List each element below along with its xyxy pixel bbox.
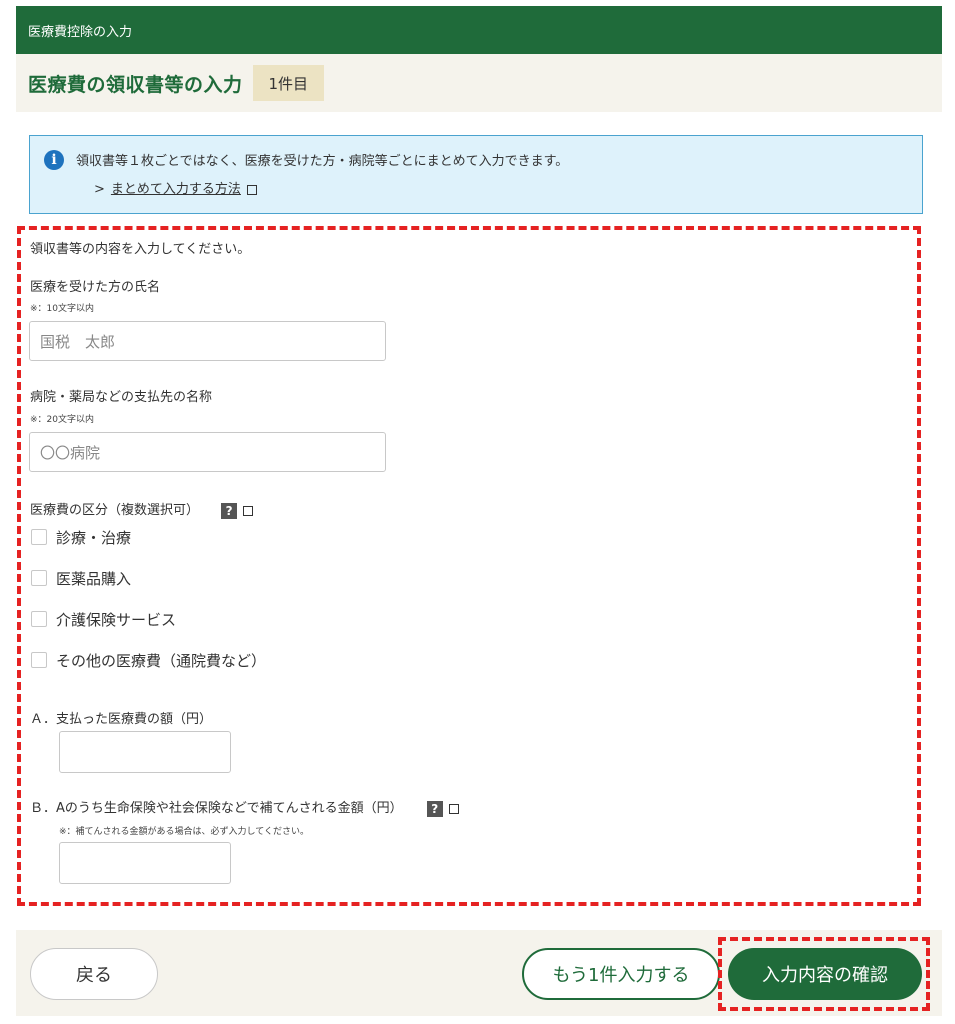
checkbox-label-care-service[interactable]: 介護保険サービス	[56, 609, 176, 630]
section-header-bar: 医療費控除の入力	[16, 6, 942, 54]
category-label: 医療費の区分（複数選択可）	[30, 503, 200, 518]
back-button[interactable]: 戻る	[30, 948, 158, 1000]
checkbox-treatment[interactable]	[31, 529, 47, 545]
payee-name-label: 病院・薬局などの支払先の名称	[30, 390, 213, 405]
checkbox-other[interactable]	[31, 652, 47, 668]
checkbox-label-medicine[interactable]: 医薬品購入	[56, 568, 131, 589]
info-icon: i	[44, 150, 64, 170]
bulk-entry-link[interactable]: まとめて入力する方法	[111, 182, 241, 197]
reimbursed-amount-note: ※：補てんされる金額がある場合は、必ず入力してください。	[59, 827, 310, 837]
chevron-right-icon: >	[94, 182, 105, 197]
page-title-bar: 医療費の領収書等の入力 1件目	[16, 54, 942, 112]
reimbursed-amount-input[interactable]	[59, 842, 231, 884]
external-window-icon[interactable]	[448, 803, 459, 814]
help-icon[interactable]: ?	[221, 502, 238, 519]
patient-name-placeholder: 国税 太郎	[40, 332, 116, 351]
entry-count-badge: 1件目	[252, 65, 325, 101]
page-title: 医療費の領収書等の入力	[28, 73, 243, 96]
patient-name-label: 医療を受けた方の氏名	[30, 280, 161, 295]
external-window-icon[interactable]	[246, 184, 257, 195]
payee-name-placeholder: 〇〇病院	[40, 443, 101, 462]
external-window-icon[interactable]	[243, 505, 254, 516]
add-another-button[interactable]: もう1件入力する	[522, 948, 720, 1000]
checkbox-care-service[interactable]	[31, 611, 47, 627]
checkbox-label-other[interactable]: その他の医療費（通院費など）	[56, 650, 266, 671]
reimbursed-amount-label-row: Ｂ．Aのうち生命保険や社会保険などで補てんされる金額（円） ?	[30, 797, 459, 817]
amount-paid-input[interactable]	[59, 731, 231, 773]
bulk-entry-link-row: > まとめて入力する方法	[94, 178, 257, 197]
checkbox-label-treatment[interactable]: 診療・治療	[56, 527, 131, 548]
patient-name-input[interactable]: 国税 太郎	[29, 321, 386, 361]
payee-name-input[interactable]: 〇〇病院	[29, 432, 386, 472]
info-message: 領収書等１枚ごとではなく、医療を受けた方・病院等ごとにまとめて入力できます。	[76, 154, 569, 169]
category-label-row: 医療費の区分（複数選択可） ?	[30, 499, 254, 519]
reimbursed-amount-label: Ｂ．Aのうち生命保険や社会保険などで補てんされる金額（円）	[30, 801, 403, 816]
help-icon[interactable]: ?	[426, 800, 443, 817]
patient-name-note: ※：10文字以内	[30, 304, 94, 314]
info-box: i 領収書等１枚ごとではなく、医療を受けた方・病院等ごとにまとめて入力できます。…	[29, 135, 923, 214]
checkbox-medicine[interactable]	[31, 570, 47, 586]
section-title: 医療費控除の入力	[28, 24, 133, 40]
payee-name-note: ※：20文字以内	[30, 415, 94, 425]
amount-paid-label: Ａ．支払った医療費の額（円）	[30, 712, 213, 727]
form-intro: 領収書等の内容を入力してください。	[30, 242, 251, 257]
confirm-button[interactable]: 入力内容の確認	[728, 948, 922, 1000]
